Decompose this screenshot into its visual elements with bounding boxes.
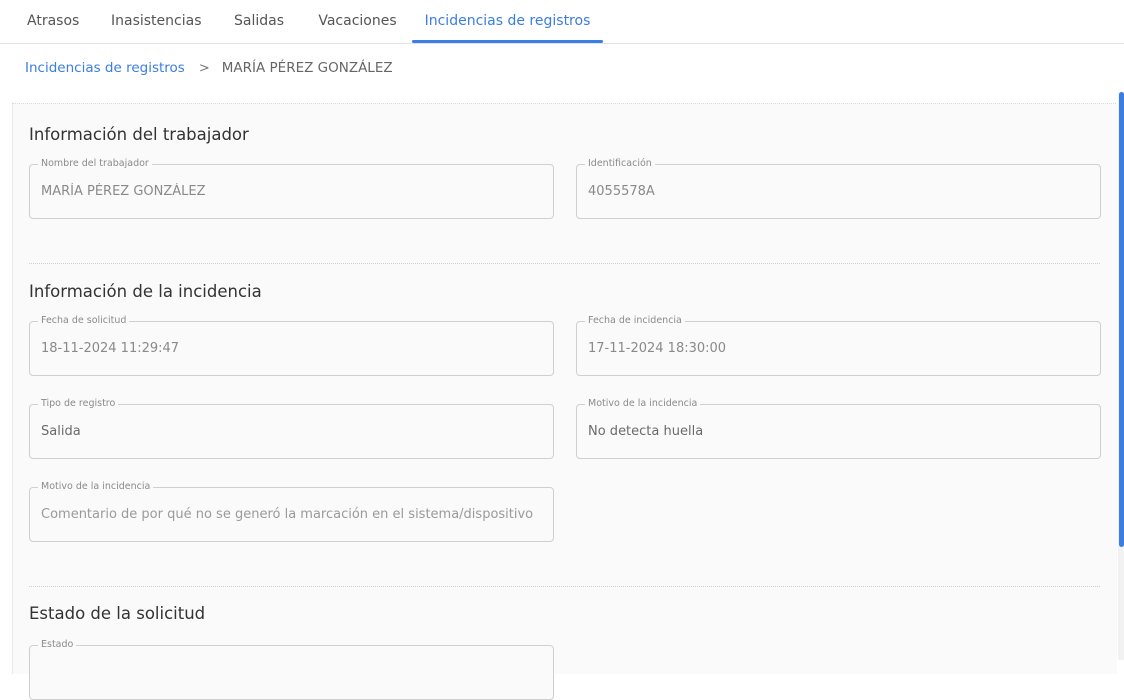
section-title-incident: Información de la incidencia <box>29 282 262 301</box>
worker-id-label: Identificación <box>585 158 655 170</box>
chevron-right-icon: > <box>198 61 210 76</box>
breadcrumb-parent-link[interactable]: Incidencias de registros <box>25 60 185 76</box>
worker-id-field[interactable]: Identificación 4055578A <box>576 158 1101 219</box>
record-type-value: Salida <box>41 424 81 439</box>
worker-name-field[interactable]: Nombre del trabajador MARÍA PÉREZ GONZÁL… <box>29 158 554 219</box>
section-divider <box>29 263 1100 264</box>
tab-salidas[interactable]: Salidas <box>234 0 284 44</box>
breadcrumb-current: MARÍA PÉREZ GONZÁLEZ <box>221 60 393 76</box>
incident-date-label: Fecha de incidencia <box>585 315 685 327</box>
worker-name-value: MARÍA PÉREZ GONZÁLEZ <box>41 184 206 199</box>
breadcrumb: Incidencias de registros > MARÍA PÉREZ GON… <box>25 52 393 84</box>
tab-vacaciones[interactable]: Vacaciones <box>317 0 398 44</box>
record-type-field[interactable]: Tipo de registro Salida <box>29 398 554 459</box>
section-title-status: Estado de la solicitud <box>29 604 206 623</box>
scrollbar-thumb[interactable] <box>1119 92 1124 547</box>
tab-atrasos[interactable]: Atrasos <box>27 0 79 44</box>
tab-bar: Atrasos Inasistencias Salidas Vacaciones… <box>0 0 1124 44</box>
incident-comment-placeholder: Comentario de por qué no se generó la ma… <box>41 507 534 522</box>
incident-reason-label: Motivo de la incidencia <box>585 398 701 410</box>
record-type-label: Tipo de registro <box>38 398 119 410</box>
incident-comment-label: Motivo de la incidencia <box>38 481 154 493</box>
tab-inasistencias[interactable]: Inasistencias <box>111 0 202 44</box>
active-tab-indicator <box>412 40 603 43</box>
section-divider <box>29 586 1100 587</box>
incident-date-value: 17-11-2024 18:30:00 <box>588 341 727 356</box>
worker-name-label: Nombre del trabajador <box>38 158 152 170</box>
request-date-value: 18-11-2024 11:29:47 <box>41 341 180 356</box>
worker-id-value: 4055578A <box>588 184 655 199</box>
incident-reason-field[interactable]: Motivo de la incidencia No detecta huell… <box>576 398 1101 459</box>
tab-incidencias-de-registros[interactable]: Incidencias de registros <box>412 0 603 44</box>
incident-reason-value: No detecta huella <box>588 424 704 439</box>
request-date-field[interactable]: Fecha de solicitud 18-11-2024 11:29:47 <box>29 315 554 376</box>
status-field[interactable]: Estado <box>29 639 554 700</box>
incident-date-field[interactable]: Fecha de incidencia 17-11-2024 18:30:00 <box>576 315 1101 376</box>
section-title-worker: Información del trabajador <box>29 125 249 144</box>
status-label: Estado <box>38 639 77 651</box>
incident-comment-field[interactable]: Motivo de la incidencia Comentario de po… <box>29 481 554 542</box>
request-date-label: Fecha de solicitud <box>38 315 130 327</box>
